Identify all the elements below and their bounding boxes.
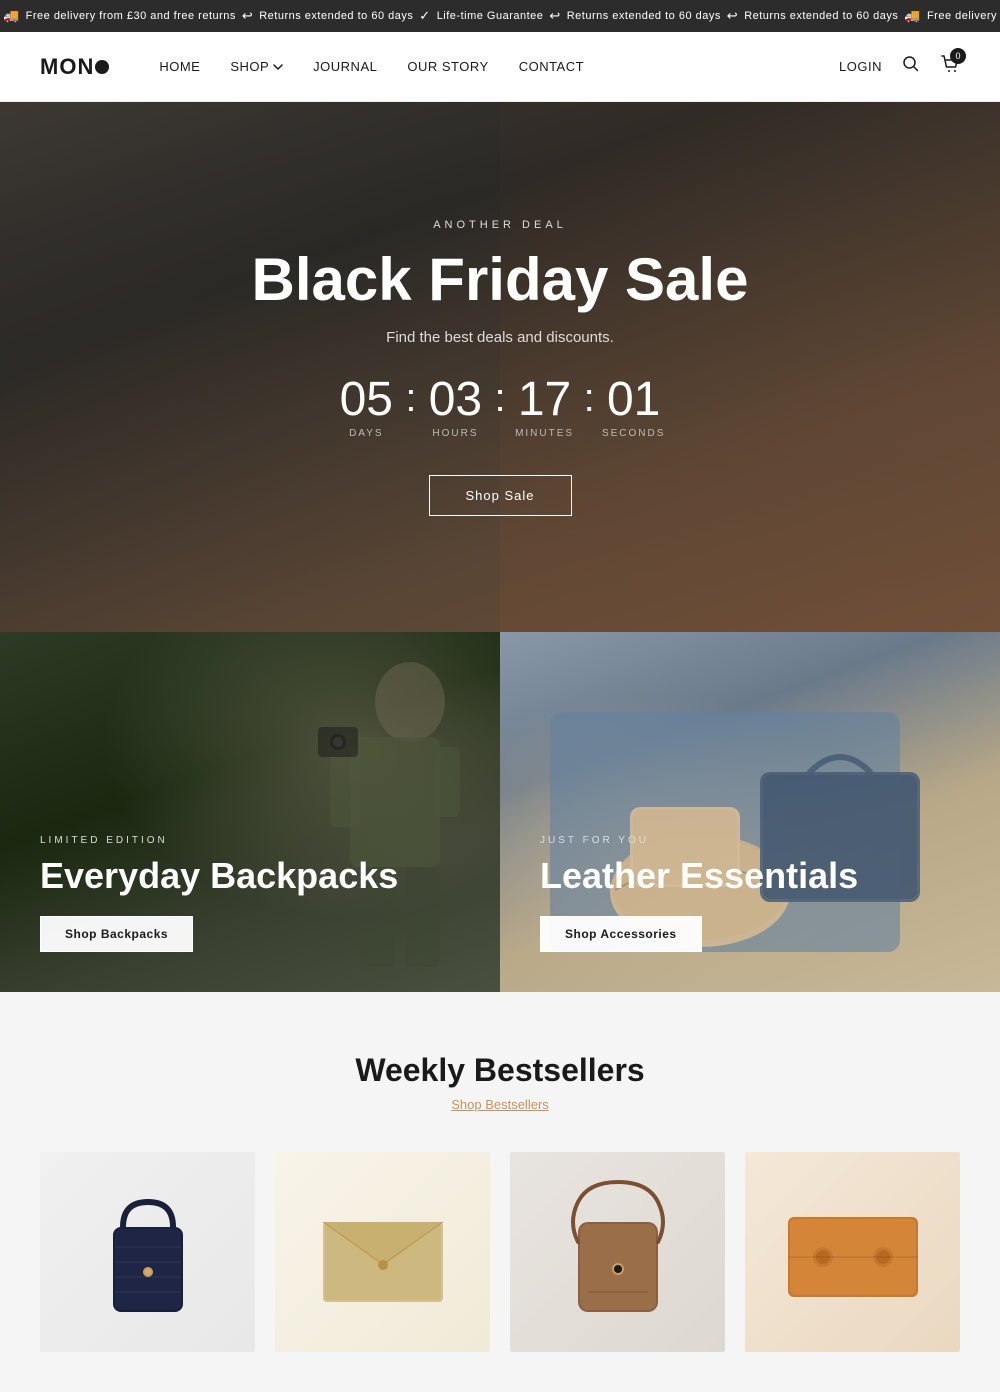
person-silhouette: [250, 632, 490, 992]
split-banner: LIMITED EDITION Everyday Backpacks Shop …: [0, 632, 1000, 992]
hero-content: ANOTHER DEAL Black Friday Sale Find the …: [252, 219, 749, 516]
backpacks-banner: LIMITED EDITION Everyday Backpacks Shop …: [0, 632, 500, 992]
announcement-item: ↩ Returns extended to 60 days: [549, 8, 721, 24]
bag-image: [313, 1192, 453, 1312]
announcement-text: Returns extended to 60 days: [567, 10, 721, 22]
search-icon: [902, 55, 920, 73]
hero-subtitle: ANOTHER DEAL: [252, 219, 749, 231]
nav-contact[interactable]: CONTACT: [519, 59, 584, 74]
bag-image: [778, 1192, 928, 1312]
bag-image: [563, 1172, 673, 1332]
search-button[interactable]: [902, 55, 920, 78]
bag-image: [93, 1172, 203, 1332]
product-image: [40, 1152, 255, 1352]
login-button[interactable]: LOGIN: [839, 59, 882, 74]
countdown-minutes: 17 MINUTES: [510, 376, 580, 439]
product-card[interactable]: [40, 1152, 255, 1352]
product-image: [275, 1152, 490, 1352]
guarantee-icon: ✓: [419, 8, 430, 24]
nav-actions: LOGIN 0: [839, 54, 960, 79]
countdown-days: 05 DAYS: [331, 376, 401, 439]
announcement-item: 🚚 Free delivery: [904, 8, 997, 24]
backpacks-title: Everyday Backpacks: [40, 856, 460, 896]
backpacks-label: LIMITED EDITION: [40, 835, 460, 846]
accessories-title: Leather Essentials: [540, 856, 960, 896]
announcement-text: Life-time Guarantee: [437, 10, 544, 22]
cart-button[interactable]: 0: [940, 54, 960, 79]
returns-icon: ↩: [727, 8, 738, 24]
product-card[interactable]: [510, 1152, 725, 1352]
shop-bestsellers-link[interactable]: Shop Bestsellers: [40, 1097, 960, 1112]
countdown-separator: :: [401, 376, 420, 420]
product-card[interactable]: [275, 1152, 490, 1352]
bestsellers-section: Weekly Bestsellers Shop Bestsellers: [0, 992, 1000, 1392]
countdown-seconds: 01 SECONDS: [599, 376, 669, 439]
nav-home[interactable]: HOME: [159, 59, 200, 74]
nav-our-story[interactable]: OUR STORY: [407, 59, 488, 74]
chevron-down-icon: [273, 62, 283, 72]
bestsellers-title: Weekly Bestsellers: [40, 1052, 960, 1089]
shop-sale-button[interactable]: Shop Sale: [429, 475, 572, 516]
nav-journal[interactable]: JOURNAL: [313, 59, 377, 74]
product-image: [745, 1152, 960, 1352]
announcement-bar: 🚚 Free delivery from £30 and free return…: [0, 0, 1000, 32]
returns-icon: ↩: [549, 8, 560, 24]
cart-badge: 0: [950, 48, 966, 64]
navbar: MON HOME SHOP JOURNAL OUR STORY CONTACT …: [0, 32, 1000, 102]
accessories-label: JUST FOR YOU: [540, 835, 960, 846]
announcement-item: 🚚 Free delivery from £30 and free return…: [3, 8, 236, 24]
delivery-icon: 🚚: [3, 8, 20, 24]
products-grid: [40, 1152, 960, 1352]
countdown-separator: :: [580, 376, 599, 420]
announcement-item: ↩ Returns extended to 60 days: [727, 8, 899, 24]
announcement-text: Free delivery from £30 and free returns: [26, 10, 236, 22]
announcement-item: ✓ Life-time Guarantee: [419, 8, 543, 24]
nav-links: HOME SHOP JOURNAL OUR STORY CONTACT: [159, 59, 839, 74]
shop-accessories-button[interactable]: Shop Accessories: [540, 916, 702, 952]
logo-circle: [95, 60, 109, 74]
accessories-banner: JUST FOR YOU Leather Essentials Shop Acc…: [500, 632, 1000, 992]
shop-backpacks-button[interactable]: Shop Backpacks: [40, 916, 193, 952]
countdown-timer: 05 DAYS : 03 HOURS : 17 MINUTES : 01 SEC…: [252, 376, 749, 439]
countdown-hours: 03 HOURS: [420, 376, 490, 439]
logo-text: MON: [40, 54, 94, 80]
logo[interactable]: MON: [40, 54, 109, 80]
announcement-text: Free delivery: [927, 10, 997, 22]
returns-icon: ↩: [242, 8, 253, 24]
announcement-text: Returns extended to 60 days: [744, 10, 898, 22]
hero-section: ANOTHER DEAL Black Friday Sale Find the …: [0, 102, 1000, 632]
hero-title: Black Friday Sale: [252, 247, 749, 313]
product-card[interactable]: [745, 1152, 960, 1352]
countdown-separator: :: [490, 376, 509, 420]
announcement-item: ↩ Returns extended to 60 days: [242, 8, 414, 24]
nav-shop[interactable]: SHOP: [230, 59, 283, 74]
announcement-text: Returns extended to 60 days: [259, 10, 413, 22]
delivery-icon: 🚚: [904, 8, 921, 24]
product-image: [510, 1152, 725, 1352]
hero-description: Find the best deals and discounts.: [252, 329, 749, 346]
